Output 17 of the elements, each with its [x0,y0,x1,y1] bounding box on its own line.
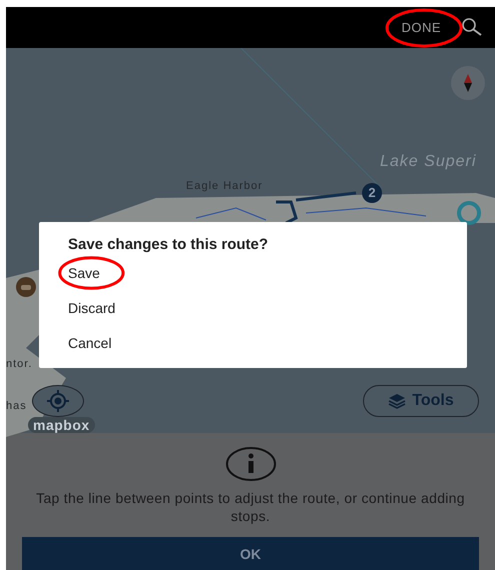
info-icon [226,447,276,481]
stop-marker[interactable]: 2 [362,182,382,203]
map-label: Lake Superi [380,152,476,171]
map-label: ntor. [6,358,32,370]
dialog-option[interactable]: Cancel [58,326,158,360]
dialog-option[interactable]: Discard [58,290,162,325]
marker-icon[interactable] [15,276,37,298]
info-message: Tap the line between points to adjust the route, or continue adding stops. [35,489,466,525]
search-icon[interactable] [461,17,483,38]
ok-button[interactable]: OK [22,537,479,570]
ring-marker-icon[interactable] [456,200,482,226]
layers-icon [388,392,406,409]
compass-icon[interactable] [450,64,486,101]
map-label: has [6,400,27,412]
dialog-title: Save changes to this route? [68,236,270,253]
target-icon [46,388,70,413]
mapbox-logo: mapbox [28,416,95,433]
